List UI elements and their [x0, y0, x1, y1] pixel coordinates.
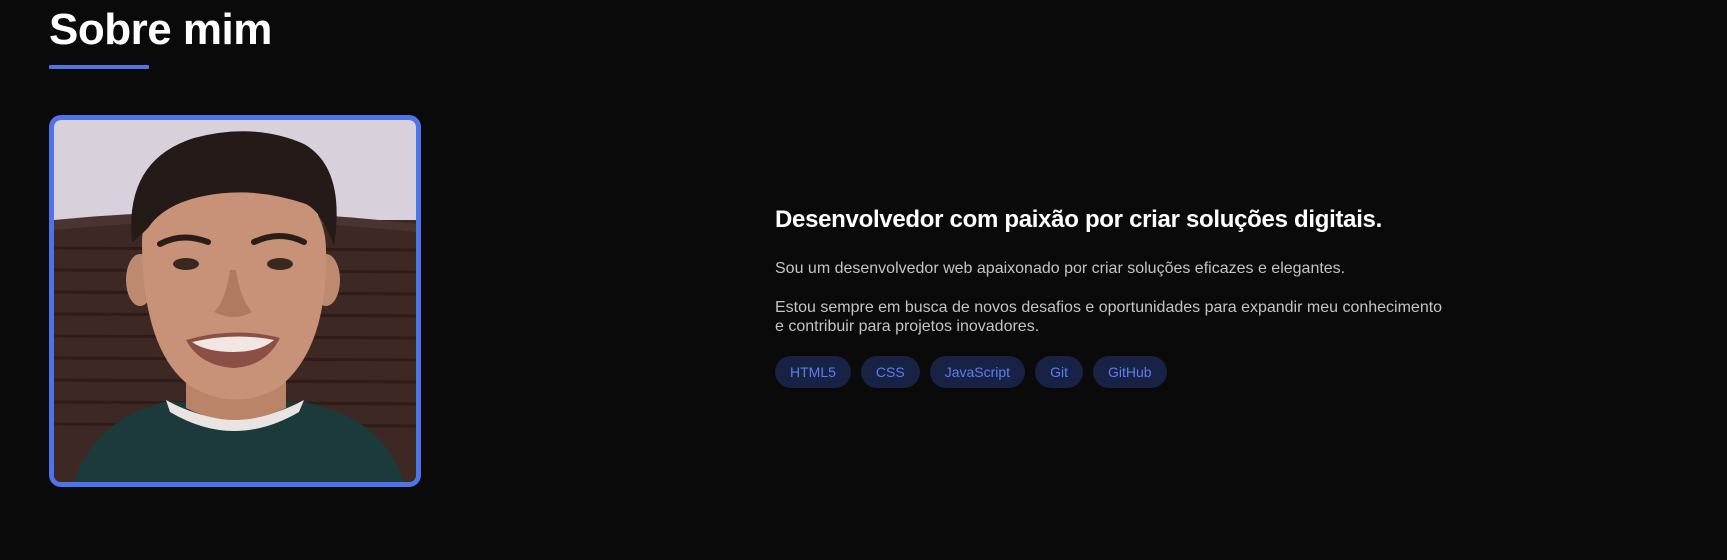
about-paragraph-1: Sou um desenvolvedor web apaixonado por …: [775, 260, 1346, 277]
about-content: Desenvolvedor com paixão por criar soluç…: [775, 203, 1475, 388]
about-section: Sobre mim Desenvolvedor com paixão por c…: [0, 0, 1727, 560]
skill-tag-javascript: JavaScript: [929, 356, 1026, 388]
title-underline: [49, 65, 149, 69]
about-paragraph-2: Estou sempre em busca de novos desafios …: [775, 299, 1443, 335]
skill-tag-git: Git: [1035, 356, 1083, 388]
about-headline: Desenvolvedor com paixão por criar soluç…: [775, 206, 1382, 233]
section-title: Sobre mim: [49, 5, 272, 54]
profile-photo: [49, 115, 421, 487]
skill-tag-css: CSS: [860, 356, 920, 388]
skill-tag-html5: HTML5: [775, 356, 851, 388]
skill-tag-github: GitHub: [1092, 356, 1167, 388]
profile-photo-image: [54, 120, 416, 482]
skills-list: HTML5 CSS JavaScript Git GitHub: [775, 356, 1475, 388]
